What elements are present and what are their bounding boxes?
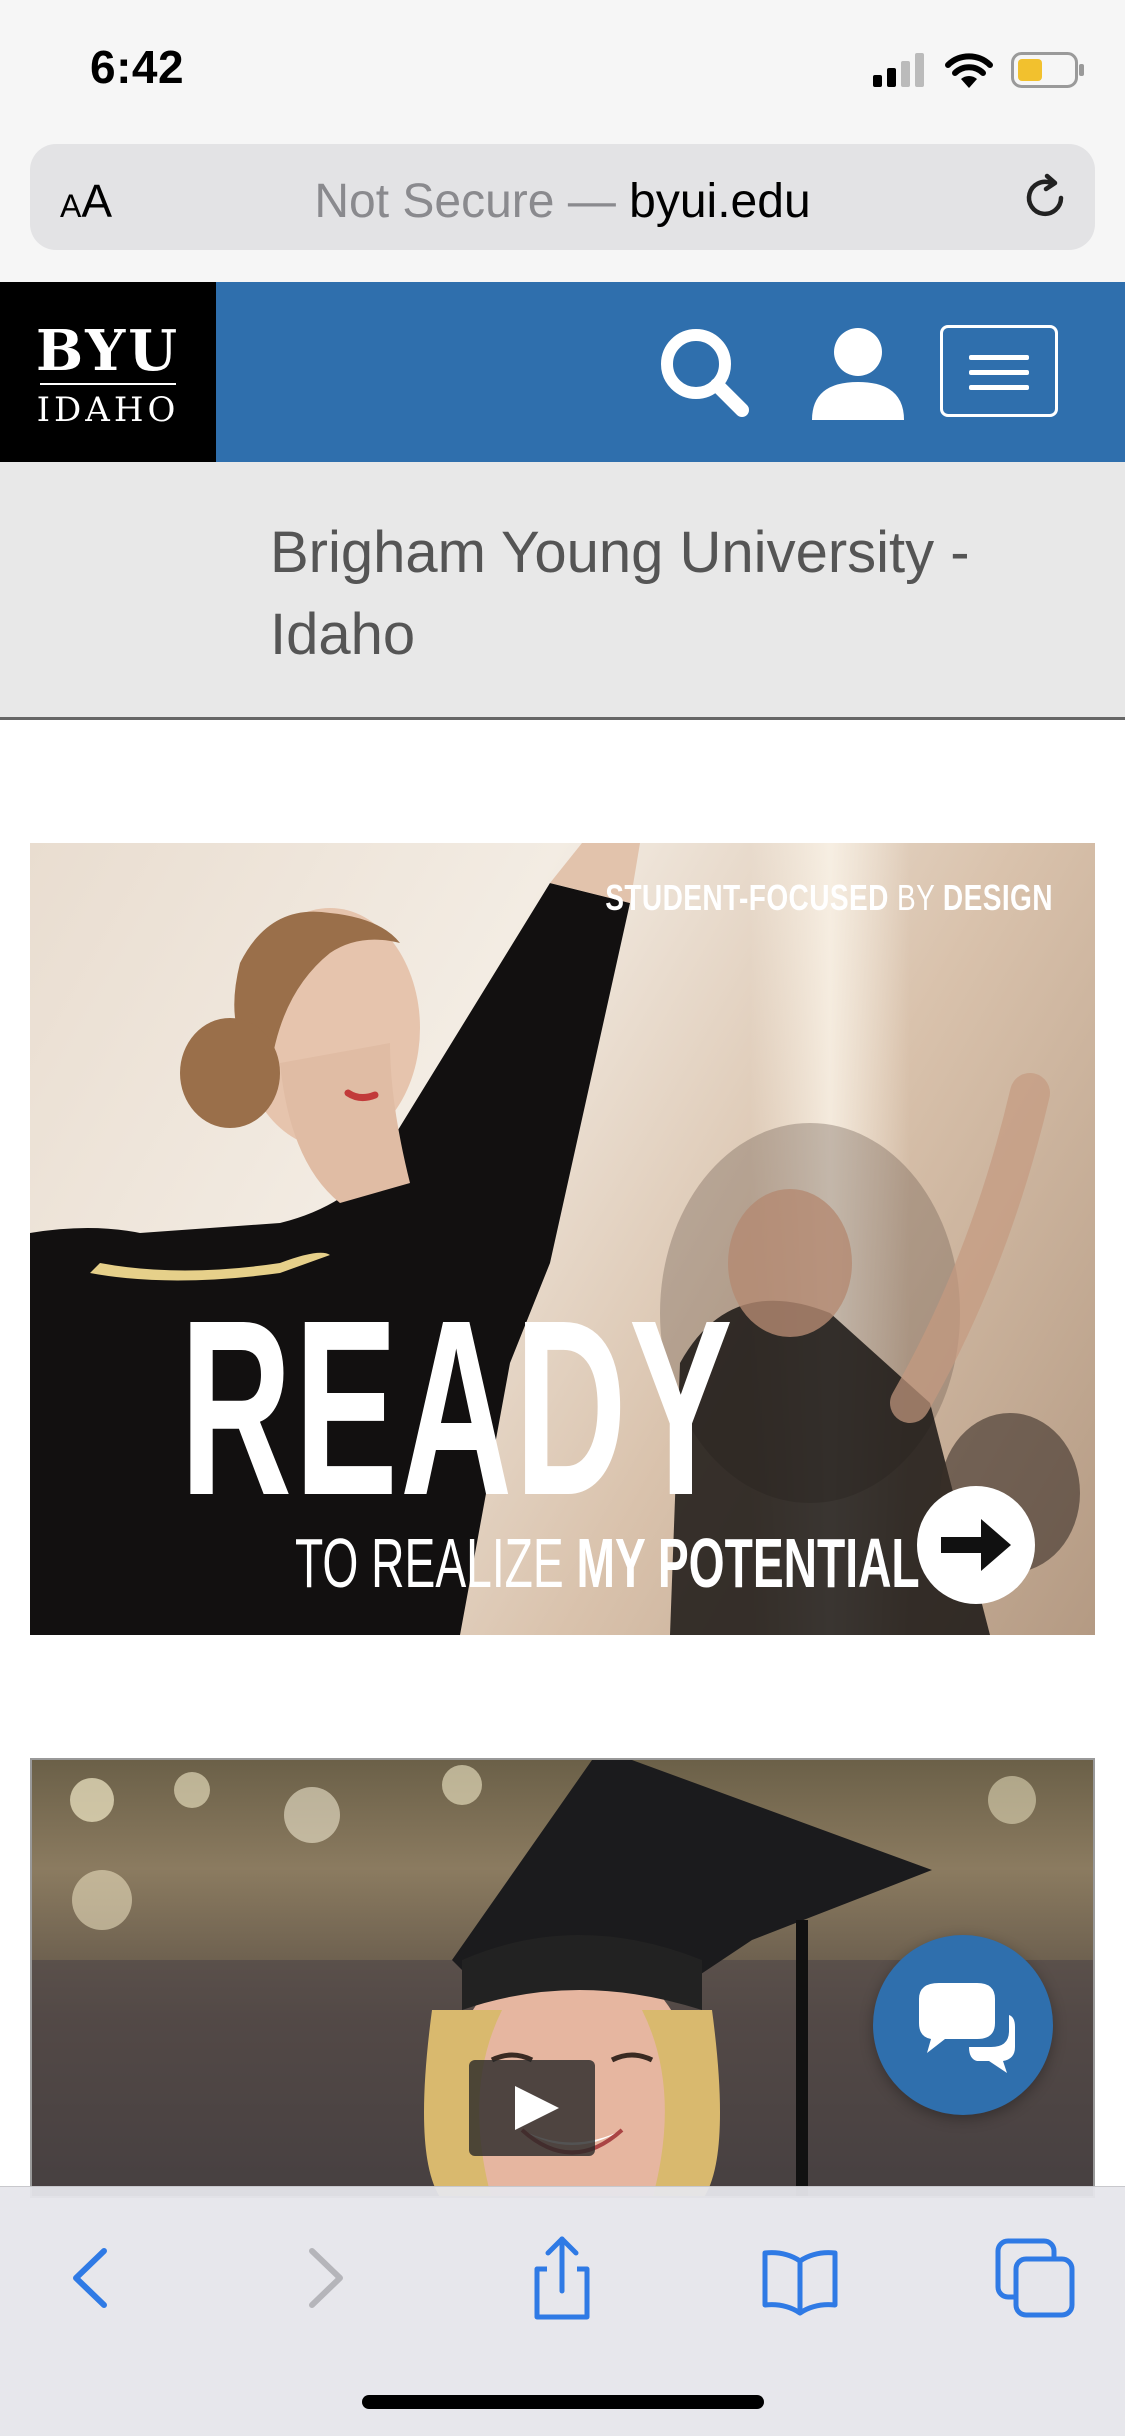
tagline-part2: BY [888, 877, 943, 918]
url-text[interactable]: Not Secure — byui.edu [30, 174, 1095, 229]
logo-rule [40, 383, 176, 385]
hamburger-menu-icon[interactable] [940, 325, 1058, 417]
byu-idaho-logo[interactable]: BYU IDAHO [0, 282, 216, 462]
hero-banner[interactable]: STUDENT-FOCUSED BY DESIGN READY TO REALI… [30, 843, 1095, 1635]
wifi-icon [945, 53, 993, 88]
share-icon[interactable] [517, 2233, 607, 2323]
subheadline-part1: TO REALIZE [295, 1524, 577, 1602]
logo-text-byu: BYU [35, 318, 181, 384]
url-domain: byui.edu [629, 175, 811, 228]
tagline-part1: STUDENT-FOCUSED [605, 877, 889, 918]
hero-arrow-button[interactable] [917, 1486, 1035, 1604]
forward-arrow-icon[interactable] [280, 2233, 370, 2323]
battery-icon [1011, 52, 1084, 88]
reload-icon[interactable] [1017, 170, 1073, 226]
url-security-label: Not Secure — [314, 175, 630, 228]
tabs-icon[interactable] [990, 2233, 1080, 2323]
hero-tagline: STUDENT-FOCUSED BY DESIGN [605, 877, 1053, 919]
chat-bubbles-icon [919, 1983, 1015, 2073]
hero-subheadline: TO REALIZE MY POTENTIAL [295, 1523, 920, 1603]
user-icon[interactable] [808, 324, 908, 420]
university-title-band: Brigham Young University - Idaho [0, 462, 1125, 720]
logo-text-idaho: IDAHO [36, 390, 180, 430]
home-indicator [362, 2395, 764, 2409]
status-bar: 6:42 [0, 0, 1125, 140]
menu-line [969, 385, 1029, 390]
status-icons [873, 48, 1085, 92]
chat-button[interactable] [873, 1935, 1053, 2115]
play-icon[interactable] [469, 2060, 595, 2156]
address-bar-area: AA Not Secure — byui.edu [0, 140, 1125, 282]
arrow-right-icon [941, 1519, 1011, 1571]
search-icon[interactable] [656, 324, 752, 420]
address-bar[interactable]: AA Not Secure — byui.edu [30, 144, 1095, 250]
status-time: 6:42 [90, 41, 185, 93]
tagline-part3: DESIGN [942, 877, 1053, 918]
back-arrow-icon[interactable] [46, 2233, 136, 2323]
menu-line [969, 355, 1029, 360]
bookmarks-icon[interactable] [755, 2233, 845, 2323]
menu-line [969, 370, 1029, 375]
site-header: BYU IDAHO [0, 282, 1125, 462]
hero-headline: READY [180, 1268, 735, 1547]
page-title: Brigham Young University - Idaho [270, 520, 970, 667]
subheadline-part2: MY POTENTIAL [576, 1524, 920, 1602]
signal-icon [873, 53, 924, 87]
